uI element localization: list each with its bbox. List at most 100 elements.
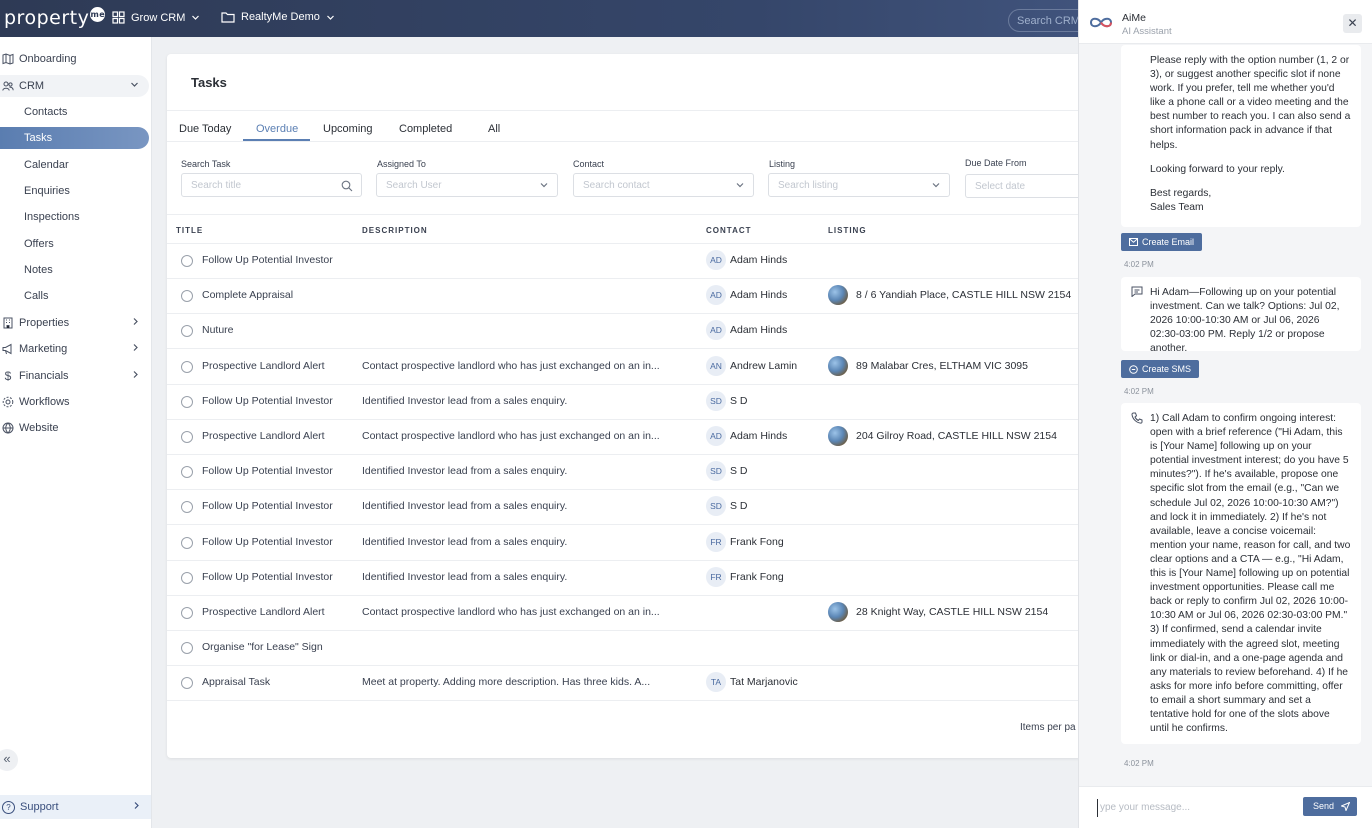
contact-name-link[interactable]: Adam Hinds	[730, 430, 787, 442]
listing-address-link[interactable]: 204 Gilroy Road, CASTLE HILL NSW 2154	[856, 430, 1057, 442]
table-row[interactable]: Follow Up Potential Investor Identified I…	[167, 490, 1097, 526]
task-title[interactable]: Prospective Landlord Alert	[202, 606, 325, 618]
message-input[interactable]: ype your message...	[1097, 799, 1297, 817]
task-title[interactable]: Follow Up Potential Investor	[202, 500, 333, 512]
workspace-menu[interactable]: RealtyMe Demo	[221, 11, 335, 23]
tab-overdue[interactable]: Overdue	[256, 123, 298, 135]
sidebar-sub-inspections[interactable]: Inspections	[0, 206, 149, 228]
column-header-listing[interactable]: LISTING	[828, 226, 867, 235]
listing-select[interactable]: Search listing	[768, 173, 950, 197]
task-complete-checkbox[interactable]	[181, 677, 193, 690]
tab-completed[interactable]: Completed	[399, 123, 452, 135]
task-complete-checkbox[interactable]	[181, 290, 193, 303]
task-complete-checkbox[interactable]	[181, 360, 193, 373]
create-sms-button[interactable]: Create SMS	[1121, 360, 1200, 378]
sidebar-item-website[interactable]: Website	[0, 417, 150, 439]
task-complete-checkbox[interactable]	[181, 501, 193, 514]
listing-address-link[interactable]: 8 / 6 Yandiah Place, CASTLE HILL NSW 215…	[856, 289, 1071, 301]
sidebar-sub-calls[interactable]: Calls	[0, 285, 149, 307]
assigned-to-select[interactable]: Search User	[376, 173, 558, 197]
tab-all[interactable]: All	[488, 123, 500, 135]
task-complete-checkbox[interactable]	[181, 536, 193, 549]
task-title[interactable]: Appraisal Task	[202, 676, 270, 688]
task-complete-checkbox[interactable]	[181, 325, 193, 338]
email-paragraph: Best regards, Sales Team	[1150, 187, 1212, 213]
table-row[interactable]: Prospective Landlord Alert Contact prospe…	[167, 350, 1097, 385]
sidebar-item-financials[interactable]: $ Financials	[0, 365, 150, 387]
sidebar-sub-tasks[interactable]: Tasks	[0, 127, 149, 149]
task-title[interactable]: Follow Up Potential Investor	[202, 254, 333, 266]
dollar-icon: $	[4, 369, 12, 383]
task-complete-checkbox[interactable]	[181, 607, 193, 619]
column-header-contact[interactable]: CONTACT	[706, 226, 752, 235]
megaphone-icon	[2, 343, 12, 355]
contact-name-link[interactable]: Andrew Lamin	[730, 360, 797, 372]
sidebar-item-workflows[interactable]: Workflows	[0, 391, 150, 413]
task-title[interactable]: Complete Appraisal	[202, 289, 293, 301]
support-menu[interactable]: ? Support	[0, 795, 151, 819]
contact-select[interactable]: Search contact	[573, 173, 754, 197]
sidebar-item-crm[interactable]: CRM	[0, 75, 149, 97]
column-header-description[interactable]: DESCRIPTION	[362, 226, 428, 235]
table-row[interactable]: Follow Up Potential Investor Identified I…	[167, 385, 1097, 420]
contact-name-link[interactable]: Frank Fong	[730, 536, 784, 548]
table-row[interactable]: Appraisal Task Meet at property. Adding m…	[167, 666, 1097, 702]
contact-name-link[interactable]: Adam Hinds	[730, 324, 787, 336]
task-title[interactable]: Nuture	[202, 324, 234, 336]
search-task-input[interactable]: Search title	[181, 173, 362, 197]
contact-name-link[interactable]: Adam Hinds	[730, 254, 787, 266]
tab-due-today[interactable]: Due Today	[179, 123, 231, 135]
sidebar-sub-notes[interactable]: Notes	[0, 259, 149, 281]
task-complete-checkbox[interactable]	[181, 431, 193, 443]
task-title[interactable]: Follow Up Potential Investor	[202, 571, 333, 583]
app-switcher-menu[interactable]: Grow CRM	[112, 11, 200, 24]
globe-icon	[2, 422, 14, 434]
table-row[interactable]: Organise "for Lease" Sign	[167, 631, 1097, 667]
column-header-title[interactable]: TITLE	[176, 226, 203, 235]
task-title[interactable]: Organise "for Lease" Sign	[202, 641, 323, 653]
task-title[interactable]: Follow Up Potential Investor	[202, 536, 333, 548]
task-complete-checkbox[interactable]	[181, 466, 193, 479]
close-ai-button[interactable]: ✕	[1343, 14, 1362, 33]
propertyme-logo[interactable]: propertyme	[4, 7, 106, 29]
contact-avatar: AD	[706, 250, 726, 270]
table-row[interactable]: Follow Up Potential Investor Identified I…	[167, 526, 1097, 561]
sidebar-item-marketing[interactable]: Marketing	[0, 338, 150, 360]
listing-address-link[interactable]: 89 Malabar Cres, ELTHAM VIC 3095	[856, 360, 1028, 372]
task-title[interactable]: Prospective Landlord Alert	[202, 360, 325, 372]
table-row[interactable]: Follow Up Potential Investor Identified I…	[167, 561, 1097, 596]
send-button[interactable]: Send	[1303, 797, 1357, 816]
table-header: TITLE DESCRIPTION CONTACT LISTING	[167, 214, 1097, 244]
ai-composer: ype your message... Send	[1079, 786, 1372, 828]
task-complete-checkbox[interactable]	[181, 395, 193, 408]
task-complete-checkbox[interactable]	[181, 571, 193, 584]
collapse-sidebar-button[interactable]: «	[0, 749, 18, 771]
task-complete-checkbox[interactable]	[181, 255, 193, 267]
contact-name-link[interactable]: Adam Hinds	[730, 289, 787, 301]
table-row[interactable]: Nuture AD Adam Hinds	[167, 314, 1097, 350]
listing-address-link[interactable]: 28 Knight Way, CASTLE HILL NSW 2154	[856, 606, 1048, 618]
task-title[interactable]: Prospective Landlord Alert	[202, 430, 325, 442]
table-row[interactable]: Follow Up Potential Investor Identified I…	[167, 455, 1097, 491]
sidebar-sub-offers[interactable]: Offers	[0, 233, 149, 255]
sidebar-item-onboarding[interactable]: Onboarding	[0, 48, 150, 70]
sidebar-sub-contacts[interactable]: Contacts	[0, 101, 149, 123]
sidebar-sub-calendar[interactable]: Calendar	[0, 154, 149, 176]
task-complete-checkbox[interactable]	[181, 642, 193, 655]
contact-name-link[interactable]: S D	[730, 500, 748, 512]
table-row[interactable]: Complete Appraisal AD Adam Hinds 8 / 6 Yand…	[167, 279, 1097, 315]
double-chevron-left-icon: «	[3, 751, 11, 766]
create-email-button[interactable]: Create Email	[1121, 233, 1203, 251]
table-row[interactable]: Follow Up Potential Investor AD Adam Hinds	[167, 244, 1097, 279]
contact-name-link[interactable]: Frank Fong	[730, 571, 784, 583]
table-row[interactable]: Prospective Landlord Alert Contact prospe…	[167, 596, 1097, 631]
sidebar-sub-enquiries[interactable]: Enquiries	[0, 180, 149, 202]
task-title[interactable]: Follow Up Potential Investor	[202, 465, 333, 477]
task-title[interactable]: Follow Up Potential Investor	[202, 395, 333, 407]
contact-name-link[interactable]: S D	[730, 465, 748, 477]
sidebar-item-properties[interactable]: Properties	[0, 312, 150, 334]
tab-upcoming[interactable]: Upcoming	[323, 123, 373, 135]
contact-name-link[interactable]: Tat Marjanovic	[730, 676, 798, 688]
table-row[interactable]: Prospective Landlord Alert Contact prospe…	[167, 420, 1097, 455]
contact-name-link[interactable]: S D	[730, 395, 748, 407]
